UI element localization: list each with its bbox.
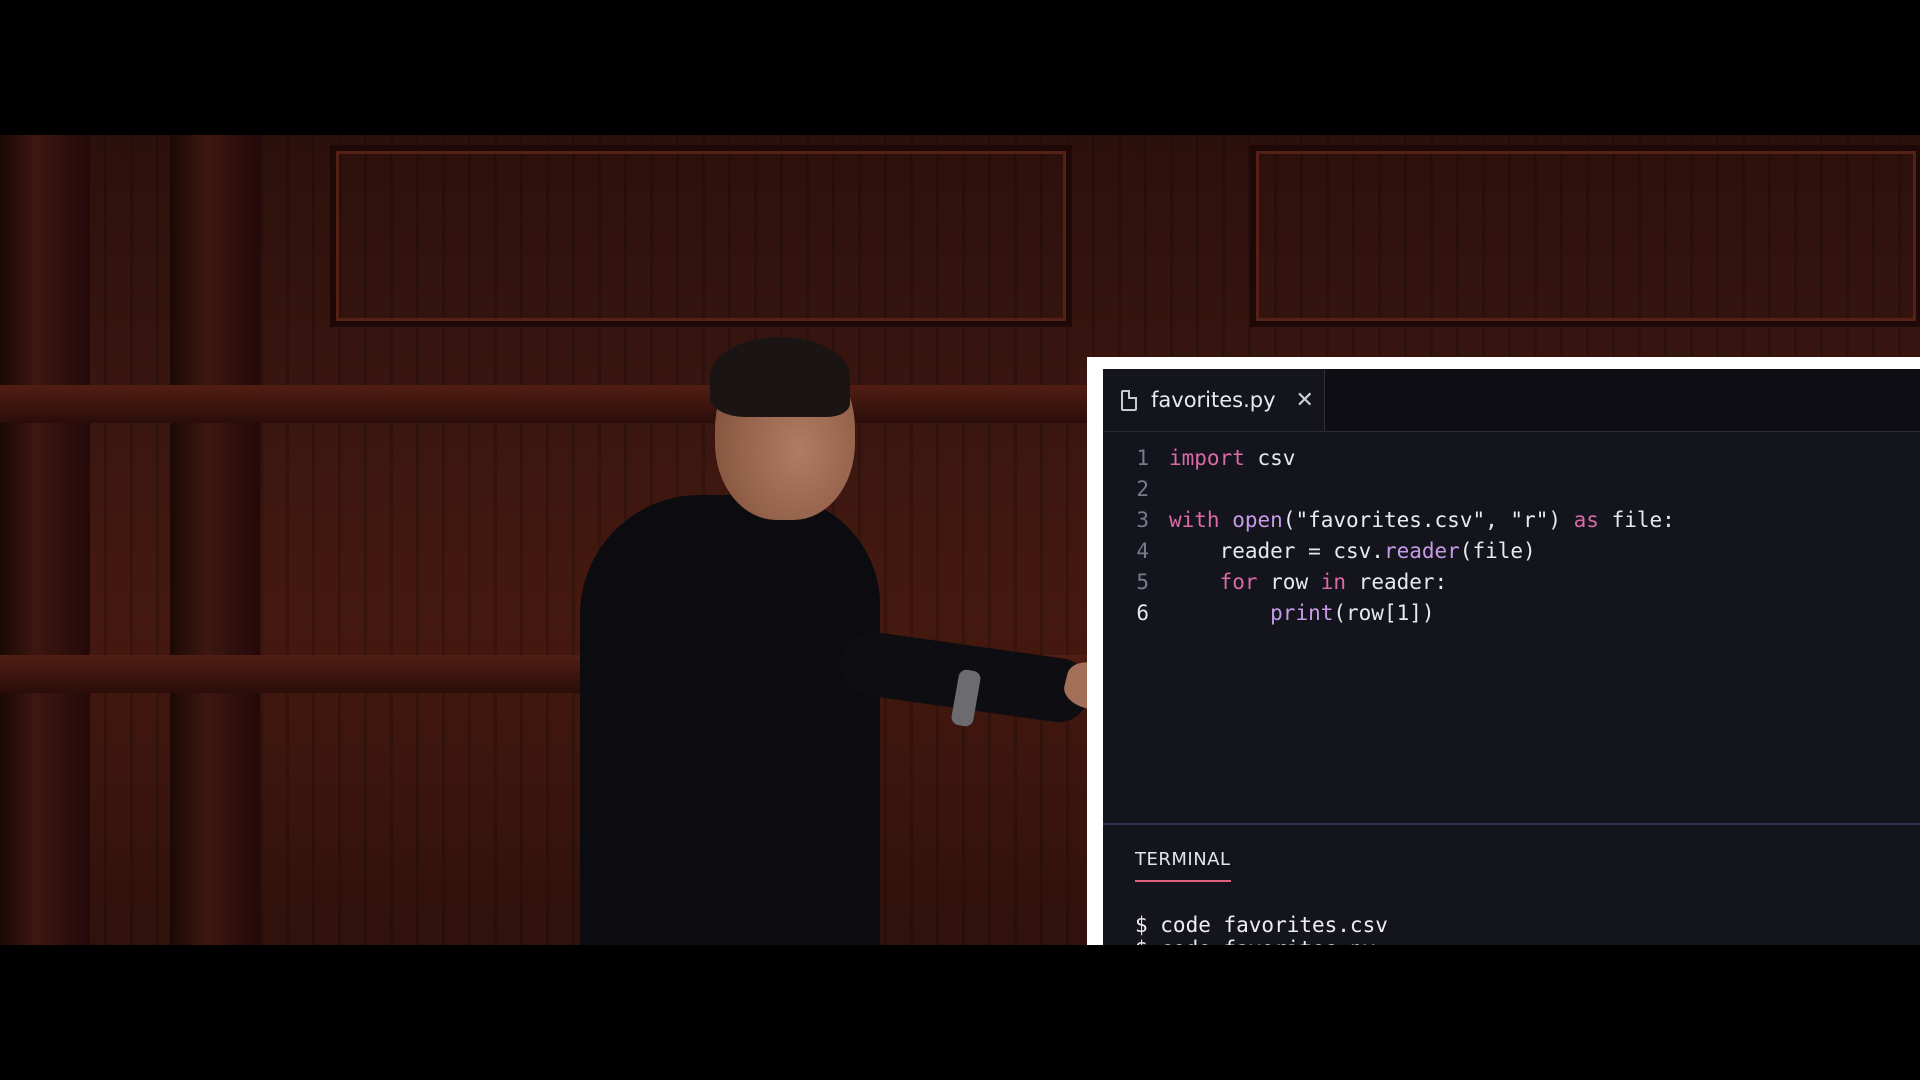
code-token: with xyxy=(1169,508,1220,532)
code-token: "favorites.csv" xyxy=(1295,508,1486,532)
code-line[interactable]: 3 with open("favorites.csv", "r") as file… xyxy=(1103,505,1675,536)
letterbox-top xyxy=(0,0,1920,135)
letterbox-bottom xyxy=(0,945,1920,1080)
line-number: 6 xyxy=(1136,601,1149,625)
tab-label: favorites.py xyxy=(1151,388,1276,412)
code-token: file: xyxy=(1598,508,1675,532)
tab-favorites-py[interactable]: favorites.py ✕ xyxy=(1103,369,1325,431)
line-number: 5 xyxy=(1136,570,1149,594)
line-number: 1 xyxy=(1136,446,1149,470)
code-token: ) xyxy=(1548,508,1574,532)
code-text: import csv xyxy=(1169,443,1295,474)
code-text: with open("favorites.csv", "r") as file: xyxy=(1169,505,1675,536)
code-line[interactable]: 1 import csv xyxy=(1103,443,1675,474)
display-screen: favorites.py ✕ 1 import csv 2 3 with open("f… xyxy=(1087,357,1920,1017)
code-token: in xyxy=(1320,570,1347,594)
tab-terminal[interactable]: TERMINAL xyxy=(1135,849,1231,882)
code-token: reader = csv. xyxy=(1169,539,1384,563)
line-number: 2 xyxy=(1136,477,1149,501)
code-line[interactable]: 6 print(row[1]) xyxy=(1103,598,1675,629)
code-token: "r" xyxy=(1510,508,1549,532)
code-token: row xyxy=(1257,570,1321,594)
code-text: reader = csv.reader(file) xyxy=(1169,536,1536,567)
presenter-hair xyxy=(710,337,850,417)
code-line[interactable]: 5 for row in reader: xyxy=(1103,567,1675,598)
line-number: 3 xyxy=(1136,508,1149,532)
code-token: for xyxy=(1219,570,1258,594)
code-line[interactable]: 2 xyxy=(1103,474,1675,505)
code-token: print xyxy=(1270,601,1334,625)
code-token: (row[1]) xyxy=(1333,601,1435,625)
code-text: for row in reader: xyxy=(1169,567,1448,598)
code-token: as xyxy=(1573,508,1599,532)
code-text: print(row[1]) xyxy=(1169,598,1435,629)
code-line[interactable]: 4 reader = csv.reader(file) xyxy=(1103,536,1675,567)
code-token: open xyxy=(1232,508,1283,532)
wood-panel xyxy=(1250,145,1920,327)
wood-pillar xyxy=(0,135,90,945)
code-token: reader xyxy=(1383,539,1460,563)
editor-tab-bar: favorites.py ✕ xyxy=(1103,369,1920,432)
code-token: ( xyxy=(1282,508,1296,532)
wood-pillar xyxy=(170,135,260,945)
code-editor: favorites.py ✕ 1 import csv 2 3 with open("f… xyxy=(1103,369,1920,1017)
close-icon[interactable]: ✕ xyxy=(1296,388,1314,413)
wood-rail xyxy=(0,385,1100,423)
line-number: 4 xyxy=(1136,539,1149,563)
code-area[interactable]: 1 import csv 2 3 with open("favorites.csv", … xyxy=(1103,443,1675,629)
presenter-torso xyxy=(580,495,880,945)
presenter xyxy=(560,205,1140,945)
code-token: reader: xyxy=(1346,570,1448,594)
file-icon xyxy=(1121,389,1137,411)
code-token: csv xyxy=(1244,446,1296,470)
terminal-line: $ code favorites.csv xyxy=(1135,913,1388,937)
code-token: (file) xyxy=(1459,539,1536,563)
code-token: import xyxy=(1169,446,1245,470)
code-token: , xyxy=(1485,508,1511,532)
